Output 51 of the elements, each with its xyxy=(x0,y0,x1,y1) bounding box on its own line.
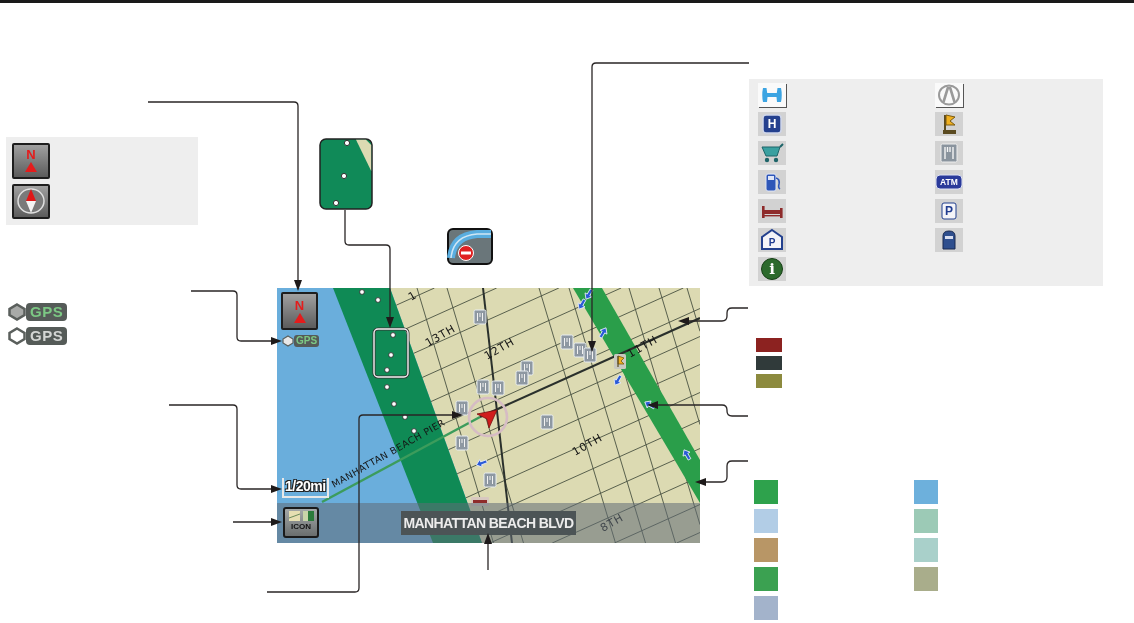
shopping-cart-icon xyxy=(758,141,786,165)
direction-arrow-icon xyxy=(577,298,587,310)
gps-label: GPS xyxy=(26,327,68,345)
fork-knife-icon xyxy=(476,379,490,395)
leader-line xyxy=(484,533,492,571)
parking-icon: P xyxy=(935,199,963,223)
bed-icon xyxy=(471,497,489,506)
direction-arrow-icon xyxy=(598,327,608,339)
fork-knife-icon xyxy=(515,370,529,386)
direction-arrow-icon xyxy=(613,374,623,386)
beach-inset-icon xyxy=(319,138,373,210)
flag-icon xyxy=(614,354,626,369)
fuel-pump-icon xyxy=(758,170,786,194)
flag-icon xyxy=(935,112,963,136)
mailbox-icon xyxy=(935,228,963,252)
vehicle-position-icon xyxy=(467,396,509,438)
parking-garage-icon: P xyxy=(758,228,786,252)
gps-label: GPS xyxy=(294,335,320,347)
map-thumbnail-icon xyxy=(288,511,300,521)
compass-icon xyxy=(12,183,50,219)
fork-knife-icon xyxy=(455,435,469,451)
fork-knife-icon xyxy=(573,342,587,358)
leader-line xyxy=(695,460,749,486)
fork-knife-icon xyxy=(455,400,469,416)
fork-knife-icon xyxy=(560,334,574,350)
highlight-frame xyxy=(372,327,410,379)
info-icon: i xyxy=(758,257,786,281)
bed-icon xyxy=(758,199,786,223)
fork-knife-icon xyxy=(583,347,597,363)
hospital-icon: H xyxy=(758,112,786,136)
direction-arrow-icon xyxy=(584,288,594,300)
atm-icon: ATM xyxy=(935,170,963,194)
street-label: 8TH xyxy=(598,510,627,535)
fork-knife-icon xyxy=(935,141,963,165)
map-scale: 1/20mi xyxy=(282,478,329,498)
fork-knife-icon xyxy=(491,380,505,396)
map-thumbnail-icon xyxy=(302,511,314,521)
triangle-icon xyxy=(293,312,306,323)
fork-knife-icon xyxy=(483,472,497,488)
gps-label: GPS xyxy=(26,303,68,321)
fork-knife-icon xyxy=(540,414,554,430)
direction-arrow-icon xyxy=(682,449,692,461)
direction-arrow-icon xyxy=(475,459,488,468)
icon-button[interactable]: ICON xyxy=(283,507,319,538)
no-entry-icon xyxy=(447,228,493,265)
street-label: 1 xyxy=(406,288,420,304)
a-emblem-icon xyxy=(935,83,963,107)
current-street-name: MANHATTAN BEACH BLVD xyxy=(400,511,577,535)
north-up-icon: N xyxy=(12,143,50,179)
h-emblem-icon xyxy=(758,83,786,107)
fork-knife-icon xyxy=(473,309,487,325)
